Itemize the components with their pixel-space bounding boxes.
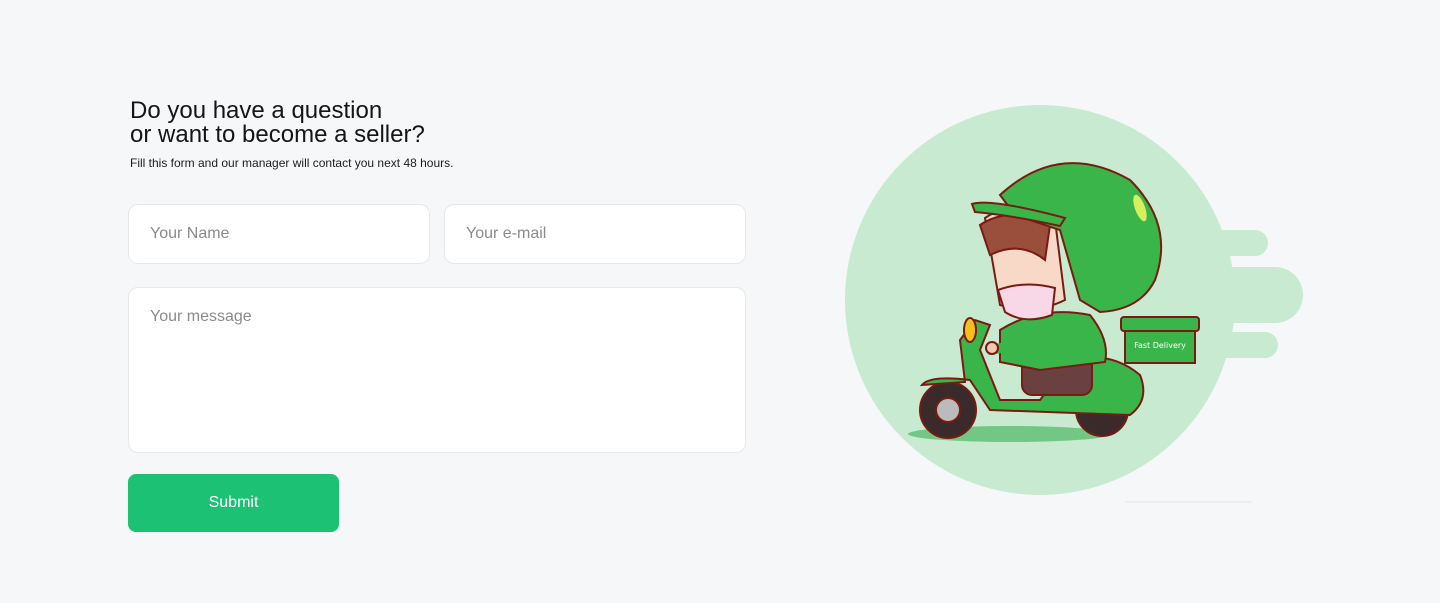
- title-line-2: or want to become a seller?: [130, 121, 425, 148]
- delivery-box: Fast Delivery: [1120, 316, 1200, 364]
- title-line-1: Do you have a question: [130, 97, 383, 124]
- box-label: Fast Delivery: [1134, 341, 1186, 350]
- page-title: Do you have a question or want to become…: [130, 99, 425, 147]
- page-subtitle: Fill this form and our manager will cont…: [130, 156, 454, 170]
- email-input[interactable]: [444, 204, 746, 264]
- submit-button[interactable]: Submit: [128, 474, 339, 532]
- message-textarea[interactable]: [128, 287, 746, 453]
- delivery-scooter-illustration: Fast Delivery: [845, 105, 1303, 503]
- name-input[interactable]: [128, 204, 430, 264]
